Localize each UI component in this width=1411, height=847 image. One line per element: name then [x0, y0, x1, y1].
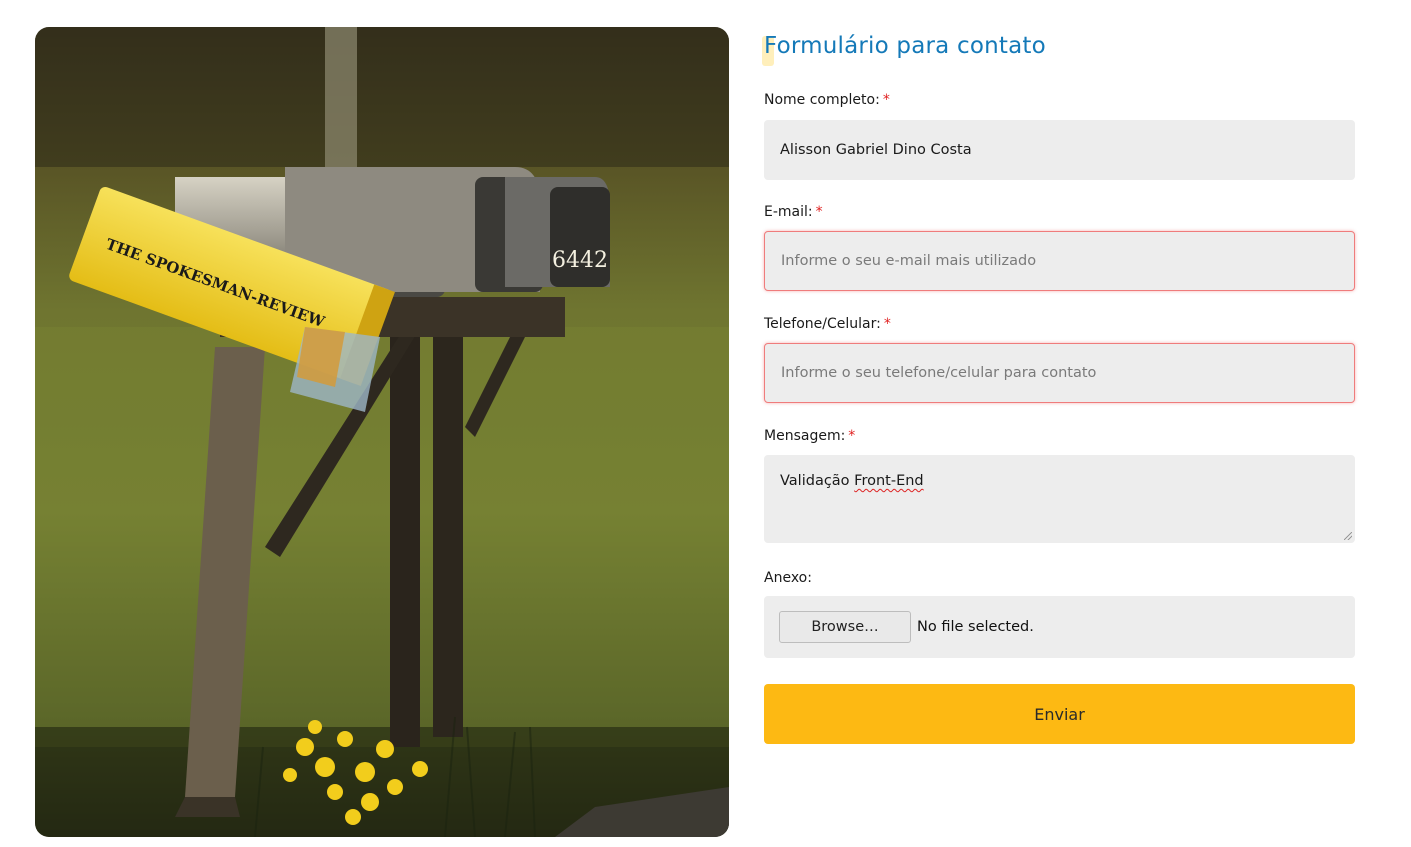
hero-photo: 6440 6442 THE SPOKESMAN-REVIEW: [35, 27, 729, 837]
email-field[interactable]: Informe o seu e-mail mais utilizado: [764, 231, 1355, 291]
file-status: No file selected.: [917, 619, 1034, 635]
misspelled-word: Front-End: [854, 473, 924, 489]
required-marker: *: [882, 92, 890, 108]
required-marker: *: [815, 204, 823, 220]
phone-field-placeholder: Informe o seu telefone/celular para cont…: [781, 365, 1097, 381]
message-text: Validação: [780, 473, 855, 489]
contact-form: Formulário para contato Nome completo: * …: [762, 30, 1355, 744]
required-marker: *: [848, 428, 856, 444]
required-marker: *: [883, 316, 891, 332]
email-label: E-mail: *: [764, 204, 823, 220]
email-field-placeholder: Informe o seu e-mail mais utilizado: [781, 253, 1037, 269]
submit-button[interactable]: Enviar: [764, 684, 1355, 744]
attachment-label: Anexo:: [764, 570, 812, 586]
browse-button[interactable]: Browse…: [779, 611, 911, 643]
form-title: Formulário para contato: [762, 30, 1355, 66]
name-field[interactable]: Alisson Gabriel Dino Costa: [764, 120, 1355, 180]
phone-field[interactable]: Informe o seu telefone/celular para cont…: [764, 343, 1355, 403]
name-label: Nome completo: *: [764, 92, 890, 108]
message-label: Mensagem: *: [764, 428, 856, 444]
name-field-value: Alisson Gabriel Dino Costa: [780, 142, 972, 158]
phone-label: Telefone/Celular: *: [764, 316, 891, 332]
message-textarea[interactable]: Validação Front-End: [764, 455, 1355, 543]
attachment-field: Browse… No file selected.: [764, 596, 1355, 658]
svg-text:6442: 6442: [552, 248, 608, 273]
resize-handle-icon[interactable]: [1344, 532, 1352, 540]
